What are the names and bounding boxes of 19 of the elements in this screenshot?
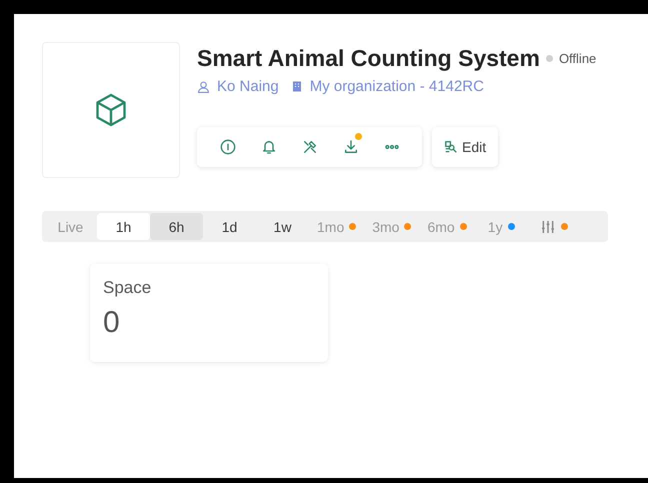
time-range-tab[interactable]: 1h (97, 213, 150, 240)
widget-title: Space (103, 278, 152, 298)
device-title: Smart Animal Counting System (197, 45, 540, 72)
bell-icon (260, 139, 276, 155)
edit-button[interactable]: Edit (432, 127, 498, 167)
widget-value: 0 (103, 306, 121, 340)
download-icon (342, 139, 358, 155)
time-range-tab[interactable]: 1d (203, 213, 256, 240)
time-range-tab[interactable]: 1w (256, 213, 309, 240)
time-range-tab[interactable]: 6h (150, 213, 203, 240)
tools-icon (302, 139, 318, 155)
organization-link[interactable]: My organization - 4142RC (290, 78, 484, 95)
sliders-icon (540, 218, 556, 234)
owner-link[interactable]: Ko Naing (197, 78, 279, 95)
status-label: Offline (558, 51, 596, 66)
building-icon (290, 80, 303, 93)
info-icon (220, 139, 236, 155)
status-dot (546, 55, 553, 62)
user-icon (197, 80, 210, 94)
